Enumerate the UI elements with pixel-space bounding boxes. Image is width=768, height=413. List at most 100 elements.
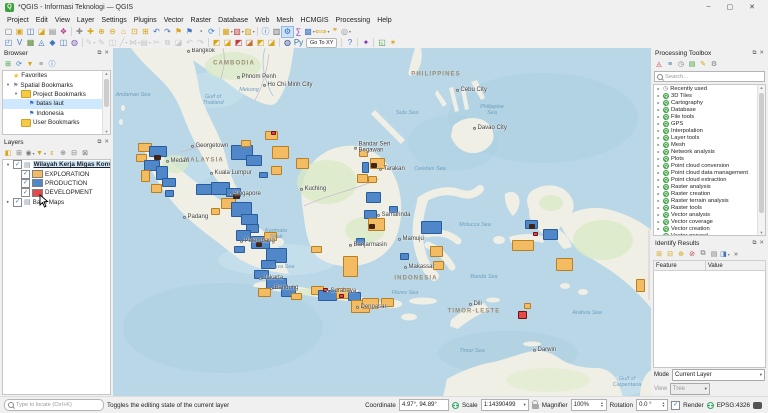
browser-float-button[interactable]: ⧉ — [97, 50, 101, 57]
zoom-to-selection-icon[interactable]: ⊡ — [129, 27, 140, 37]
magnifier-spinbox[interactable]: 100% ▲▼ — [571, 399, 607, 411]
legend-checkbox[interactable]: ✓ — [21, 179, 30, 188]
save-project-as-icon[interactable]: ◪ — [36, 27, 47, 37]
processing-category-cartography[interactable]: ▸QCartography — [654, 99, 765, 106]
undo-icon[interactable]: ↶ — [184, 38, 195, 48]
redo-icon[interactable]: ↷ — [195, 38, 206, 48]
new-project-icon[interactable]: ▢ — [3, 27, 14, 37]
save-project-icon[interactable]: ◫ — [25, 27, 36, 37]
processing-category-file-tools[interactable]: ▸QFile tools — [654, 113, 765, 120]
processing-category-raster-analysis[interactable]: ▸QRaster analysis — [654, 183, 765, 190]
star-plugin-icon[interactable]: ✶ — [387, 38, 398, 48]
identify-features-icon[interactable]: ⓘ — [260, 27, 271, 37]
annotations-icon[interactable]: ◎▾ — [340, 27, 351, 37]
menu-edit[interactable]: Edit — [33, 17, 51, 24]
toggle-editing-icon[interactable]: ✎ — [96, 38, 107, 48]
identify-expand-tree-icon[interactable]: ⊞ — [654, 250, 664, 259]
expander-icon[interactable]: ▾ — [5, 82, 11, 88]
statistics-summary-icon[interactable]: ∑ — [293, 27, 304, 37]
zoom-to-layer-icon[interactable]: ⊞ — [140, 27, 151, 37]
menu-web[interactable]: Web — [252, 17, 272, 24]
coordinate-input[interactable]: 4.97°, 94.89° — [399, 399, 449, 411]
map-canvas[interactable]: Andaman SeaGulf of ThailandMekongSulu Se… — [113, 48, 651, 397]
layer-diagram-icon[interactable]: ◪ — [222, 38, 233, 48]
zoom-out-icon[interactable]: ⊖ — [107, 27, 118, 37]
messages-icon[interactable] — [753, 402, 762, 409]
collapse-all-icon[interactable]: ⊟ — [69, 149, 79, 158]
python-console-icon[interactable]: Py — [293, 38, 304, 48]
menu-plugins[interactable]: Plugins — [131, 17, 160, 24]
deselect-features-icon[interactable]: ▧▾ — [233, 27, 244, 37]
identify-close-button[interactable]: ✕ — [759, 240, 764, 247]
identify-expand-new-icon[interactable]: ⊕ — [676, 250, 686, 259]
processing-category-vector-analysis[interactable]: ▸QVector analysis — [654, 211, 765, 218]
paste-features-icon[interactable]: ◪ — [173, 38, 184, 48]
add-delimited-text-layer-icon[interactable]: ◆ — [47, 38, 58, 48]
manage-map-themes-icon[interactable]: ◉▾ — [25, 149, 35, 158]
new-print-layout-icon[interactable]: ▤ — [47, 27, 58, 37]
add-raster-layer-icon[interactable]: ▦ — [25, 38, 36, 48]
view-select[interactable]: Tree▾ — [670, 383, 710, 395]
go-to-xy-button[interactable]: Go To XY — [306, 38, 337, 48]
menu-hcmgis[interactable]: HCMGIS — [298, 17, 332, 24]
add-wms-layer-icon[interactable]: ◍ — [69, 38, 80, 48]
new-spatial-bookmark-icon[interactable]: ⚑ — [173, 27, 184, 37]
show-spatial-bookmarks-icon[interactable]: ⚑ — [184, 27, 195, 37]
digitize-segment-icon[interactable]: ╱▾ — [118, 38, 129, 48]
open-layer-styling-icon[interactable]: ◧ — [3, 149, 13, 158]
processing-category-point-cloud-data-management[interactable]: ▸QPoint cloud data management — [654, 169, 765, 176]
expander-icon[interactable]: ▸ — [656, 86, 661, 91]
scale-combobox[interactable]: 1:14390499▾ — [481, 399, 529, 411]
style-manager-icon[interactable]: ❖ — [58, 27, 69, 37]
browser-item-favorites[interactable]: ★Favorites — [3, 71, 110, 80]
identify-clear-results-icon[interactable]: ⊘ — [687, 250, 697, 259]
identify-overflow-icon[interactable]: » — [731, 250, 741, 259]
menu-raster[interactable]: Raster — [188, 17, 215, 24]
zoom-last-icon[interactable]: ↶ — [151, 27, 162, 37]
browser-item-project-bookmarks[interactable]: ▾Project Bookmarks — [3, 90, 110, 99]
processing-scripts-icon[interactable]: ≡ — [665, 60, 675, 69]
processing-category-recently-used[interactable]: ▸◷Recently used — [654, 85, 765, 92]
remove-layer-icon[interactable]: ⊠ — [80, 149, 90, 158]
data-source-manager-icon[interactable]: ◰ — [3, 38, 14, 48]
rotation-spinbox[interactable]: 0.0 ° ▲▼ — [636, 399, 668, 411]
menu-mesh[interactable]: Mesh — [273, 17, 296, 24]
expander-icon[interactable]: ▸ — [656, 142, 661, 147]
processing-category-interpolation[interactable]: ▸QInterpolation — [654, 127, 765, 134]
add-group-icon[interactable]: ⊞ — [14, 149, 24, 158]
search-plugin-icon[interactable]: ◱ — [376, 38, 387, 48]
layer-group-wilayah-kerja-migas-konvensional[interactable]: ▾✓▤Wilayah Kerja Migas Konvensional — [3, 160, 110, 169]
extents-toggle-icon[interactable] — [452, 402, 459, 409]
legend-checkbox[interactable]: ✓ — [21, 188, 30, 197]
layout-manager-icon[interactable]: ▩▾ — [304, 27, 315, 37]
expander-icon[interactable]: ▸ — [656, 107, 661, 112]
menu-view[interactable]: View — [52, 17, 73, 24]
map-tips-icon[interactable]: ❞ — [329, 27, 340, 37]
layer-checkbox[interactable]: ✓ — [13, 198, 22, 207]
processing-scrollbar[interactable]: ▲ ▼ — [757, 85, 765, 235]
pan-to-selection-icon[interactable]: ✚ — [85, 27, 96, 37]
processing-close-button[interactable]: ✕ — [759, 50, 764, 57]
zoom-full-icon[interactable]: ⌂ — [118, 27, 129, 37]
expander-icon[interactable]: ▸ — [656, 219, 661, 224]
label-rotate-icon[interactable]: ◩ — [255, 38, 266, 48]
processing-category-point-cloud-conversion[interactable]: ▸QPoint cloud conversion — [654, 162, 765, 169]
filter-by-expression-icon[interactable]: ε — [47, 149, 57, 158]
expander-icon[interactable]: ▸ — [656, 184, 661, 189]
layer-labeling-icon[interactable]: ◩ — [211, 38, 222, 48]
expander-icon[interactable]: ▸ — [656, 212, 661, 217]
mode-select[interactable]: Current Layer▾ — [672, 369, 765, 381]
identify-copy-feature-icon[interactable]: ⧉ — [698, 250, 708, 259]
layer-checkbox[interactable]: ✓ — [13, 160, 22, 169]
add-mesh-layer-icon[interactable]: ◬ — [36, 38, 47, 48]
layers-close-button[interactable]: ✕ — [104, 139, 109, 146]
expander-icon[interactable]: ▸ — [656, 205, 661, 210]
expander-icon[interactable]: ▸ — [656, 135, 661, 140]
browser-refresh-icon[interactable]: ⟳ — [14, 60, 24, 69]
menu-project[interactable]: Project — [4, 17, 32, 24]
processing-category-point-cloud-extraction[interactable]: ▸QPoint cloud extraction — [654, 176, 765, 183]
vertex-tool-icon[interactable]: ⋈▾ — [129, 38, 140, 48]
crs-status[interactable]: EPSG:4326 — [717, 402, 750, 409]
filter-legend-icon[interactable]: ▼▾ — [36, 149, 46, 158]
legend-checkbox[interactable]: ✓ — [21, 170, 30, 179]
